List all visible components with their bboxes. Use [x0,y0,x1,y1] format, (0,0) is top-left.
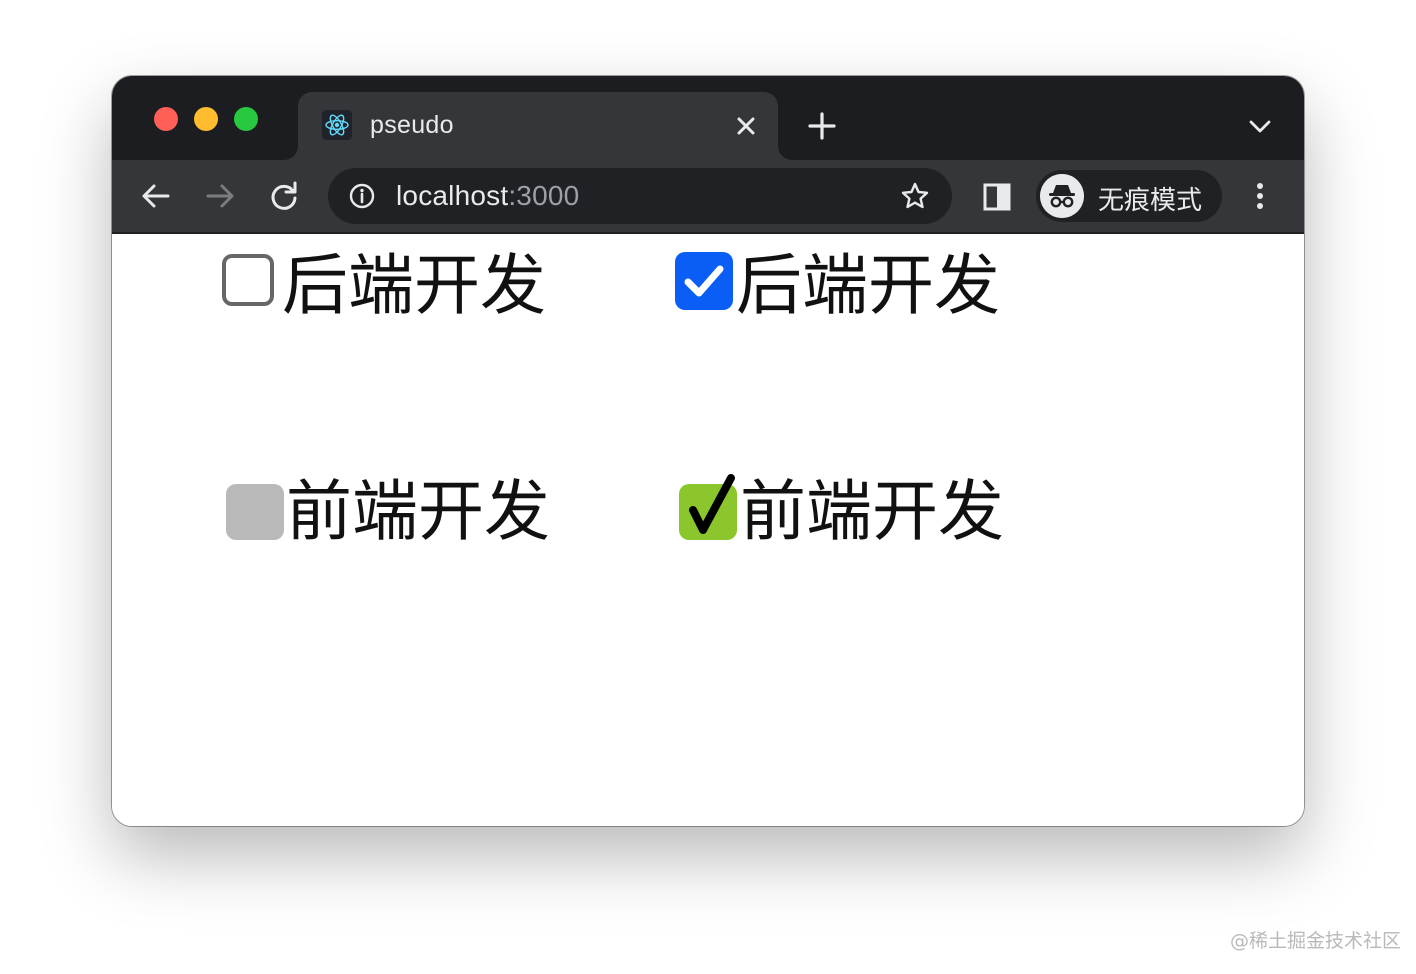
more-vert-icon[interactable] [1248,180,1272,212]
bookmark-star-icon[interactable] [900,181,930,211]
forward-arrow-icon[interactable] [202,178,238,214]
minimize-window-button[interactable] [194,107,218,131]
checkmark-icon [684,265,724,297]
url-host: localhost [396,180,509,211]
browser-window: pseudo localhost:3000 无痕模式 后端开发 后端开发 前端开… [112,76,1304,826]
reload-icon[interactable] [266,178,302,214]
zoom-window-button[interactable] [234,107,258,131]
incognito-icon [1040,174,1084,218]
checkbox-frontend-custom-unchecked[interactable]: 前端开发 [224,472,584,552]
checkmark-icon [689,474,735,534]
browser-toolbar: localhost:3000 无痕模式 [112,160,1304,234]
incognito-label: 无痕模式 [1098,186,1203,216]
close-tab-icon[interactable] [732,112,760,140]
new-tab-icon[interactable] [806,110,838,142]
incognito-profile-chip[interactable]: 无痕模式 [1036,170,1222,222]
address-bar[interactable]: localhost:3000 [328,168,952,224]
url-port: :3000 [508,180,580,211]
checkbox-label: 后端开发 [282,247,546,324]
checkbox-frontend-custom-checked[interactable]: 前端开发 [678,472,1038,552]
checkbox-backend-native-unchecked[interactable]: 后端开发 [220,246,580,326]
url-text: localhost:3000 [396,180,579,212]
page-content: 后端开发 后端开发 前端开发 前端开发 [112,234,1304,826]
checkbox-box-checked[interactable] [679,474,737,540]
checkbox-box[interactable] [222,254,274,306]
checkbox-box[interactable] [226,484,284,540]
watermark: @稀土掘金技术社区 [1230,930,1402,952]
info-icon[interactable] [348,182,376,210]
checkbox-label: 前端开发 [740,473,1004,550]
tab-pseudo[interactable]: pseudo [298,92,778,160]
checkbox-box-checked[interactable] [675,252,733,310]
checkbox-backend-native-checked[interactable]: 后端开发 [674,246,1034,326]
tab-strip: pseudo [112,76,1304,160]
tab-title: pseudo [370,111,454,139]
close-window-button[interactable] [154,107,178,131]
checkbox-label: 后端开发 [736,247,1000,324]
checkbox-label: 前端开发 [286,473,550,550]
chevron-down-icon[interactable] [1246,114,1274,138]
back-arrow-icon[interactable] [138,178,174,214]
side-panel-icon[interactable] [982,182,1012,212]
react-logo-icon [322,110,352,140]
